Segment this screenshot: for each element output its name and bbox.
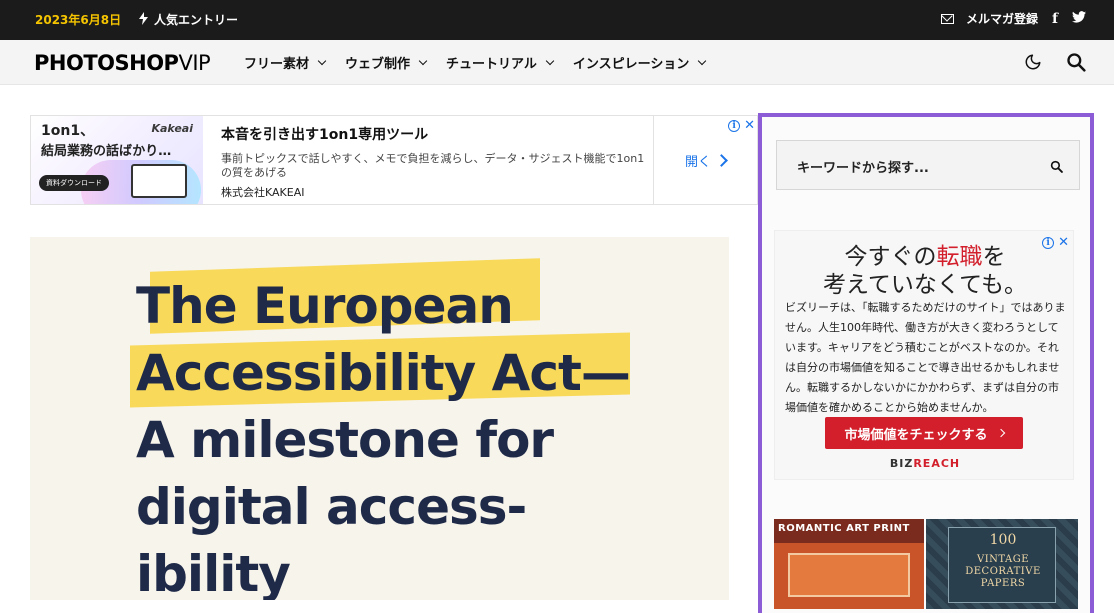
close-icon[interactable]: ✕ [744, 118, 755, 133]
sidebar-promos: ROMANTIC ART PRINT 100 VINTAGE DECORATIV… [774, 519, 1078, 609]
ad-body: 事前トピックスで話しやすく、メモで負担を減らし、データ・サジェスト機能で1on1… [221, 152, 645, 179]
ad-image: 1on1、 結局業務の話ばかり… Kakeai 資料ダウンロード [31, 116, 203, 204]
ad-open-label: 開く [684, 154, 711, 170]
nav-item-label: フリー素材 [244, 57, 310, 72]
sidebar-search[interactable]: キーワードから探す... [776, 140, 1080, 190]
date-label: 2023年6月8日 [35, 13, 122, 27]
search-input[interactable]: キーワードから探す... [797, 157, 929, 176]
hero-line4: digital access- [136, 478, 527, 536]
hero-line1: The European [136, 277, 514, 335]
laptop-illustration [131, 164, 187, 198]
ad-title[interactable]: 本音を引き出す1on1専用ツール [221, 124, 651, 144]
facebook-icon[interactable]: f [1052, 11, 1058, 27]
brand-part-a: BIZ [889, 457, 914, 470]
sidebar: キーワードから探す... 今すぐの転職を 考えていなくても。 ビズリーチは、「転… [758, 113, 1094, 613]
bizreach-logo: BIZREACH [775, 457, 1075, 470]
ad-body-text: ビズリーチは、「転職するためだけのサイト」ではありません。人生100年時代、働き… [785, 301, 1066, 414]
nav-item-tutorials[interactable]: チュートリアル [446, 53, 555, 72]
chevron-right-icon [996, 428, 1005, 438]
newsletter-link[interactable]: メルマガ登録 [940, 10, 1038, 27]
promo-vintage-papers[interactable]: 100 VINTAGE DECORATIVE PAPERS [926, 519, 1078, 609]
popular-entries-label: 人気エントリー [154, 13, 239, 27]
chevron-down-icon [545, 56, 555, 65]
chevron-right-icon [715, 153, 728, 167]
logo-main-text: PHOTOSHOP [34, 51, 179, 75]
sidebar-ad[interactable]: 今すぐの転職を 考えていなくても。 ビズリーチは、「転職するためだけのサイト」で… [774, 230, 1074, 480]
bridge-illustration [788, 553, 910, 597]
close-icon[interactable]: ✕ [1058, 235, 1069, 250]
chevron-down-icon [418, 56, 428, 65]
nav-item-web-design[interactable]: ウェブ制作 [345, 53, 428, 72]
promo-label-box: 100 VINTAGE DECORATIVE PAPERS [948, 527, 1056, 603]
hero-line5: ibility [136, 545, 291, 600]
info-icon[interactable]: i [728, 119, 741, 132]
site-header: PHOTOSHOPVIP フリー素材 ウェブ制作 チュートリアル インスピレーシ… [0, 40, 1114, 85]
nav-item-label: チュートリアル [446, 57, 537, 72]
promo2-number: 100 [989, 532, 1017, 548]
nav-item-label: インスピレーション [572, 57, 690, 72]
dark-mode-moon-icon[interactable] [1024, 53, 1042, 75]
site-logo[interactable]: PHOTOSHOPVIP [34, 51, 211, 75]
ad-banner[interactable]: 1on1、 結局業務の話ばかり… Kakeai 資料ダウンロード 本音を引き出す… [30, 115, 758, 205]
ad-image-line1: 1on1、 [41, 123, 95, 139]
mail-icon [940, 13, 954, 24]
top-bar: 2023年6月8日 人気エントリー メルマガ登録 f [0, 0, 1114, 40]
search-icon[interactable] [1066, 52, 1086, 76]
promo2-text: VINTAGE DECORATIVE PAPERS [965, 554, 1041, 589]
ad-headline-2: 考えていなくても。 [822, 272, 1027, 298]
promo1-title: ROMANTIC ART PRINT [778, 523, 910, 534]
ad-company: 株式会社KAKEAI [221, 186, 305, 199]
nav-item-free-assets[interactable]: フリー素材 [244, 53, 327, 72]
logo-sub-text: VIP [178, 51, 211, 75]
ad-choices[interactable]: i ✕ [1042, 235, 1069, 250]
article-hero-image[interactable]: The European Accessibility Act— A milest… [30, 237, 729, 600]
search-icon[interactable] [1050, 158, 1063, 177]
info-icon[interactable]: i [1042, 236, 1055, 249]
ad-choices[interactable]: i ✕ [728, 118, 755, 133]
check-market-value-button[interactable]: 市場価値をチェックする [825, 417, 1023, 449]
brand-part-b: REACH [913, 457, 961, 470]
main-nav: フリー素材 ウェブ制作 チュートリアル インスピレーション [244, 53, 707, 72]
hero-line2: Accessibility Act— [136, 344, 631, 402]
ad-image-download: 資料ダウンロード [39, 175, 109, 191]
ad-image-brand: Kakeai [151, 122, 193, 135]
nav-item-inspiration[interactable]: インスピレーション [572, 53, 707, 72]
chevron-down-icon [317, 56, 327, 65]
hero-line3: A milestone for [136, 411, 554, 469]
newsletter-label: メルマガ登録 [965, 12, 1038, 26]
ad-image-line2: 結局業務の話ばかり… [41, 144, 172, 159]
bolt-icon [139, 11, 148, 28]
twitter-icon[interactable] [1072, 11, 1086, 26]
check-market-value-label: 市場価値をチェックする [844, 427, 988, 443]
popular-entries-link[interactable]: 人気エントリー [139, 11, 238, 28]
chevron-down-icon [698, 56, 707, 65]
promo-romantic-art-print[interactable]: ROMANTIC ART PRINT [774, 519, 924, 609]
nav-item-label: ウェブ制作 [345, 57, 411, 72]
